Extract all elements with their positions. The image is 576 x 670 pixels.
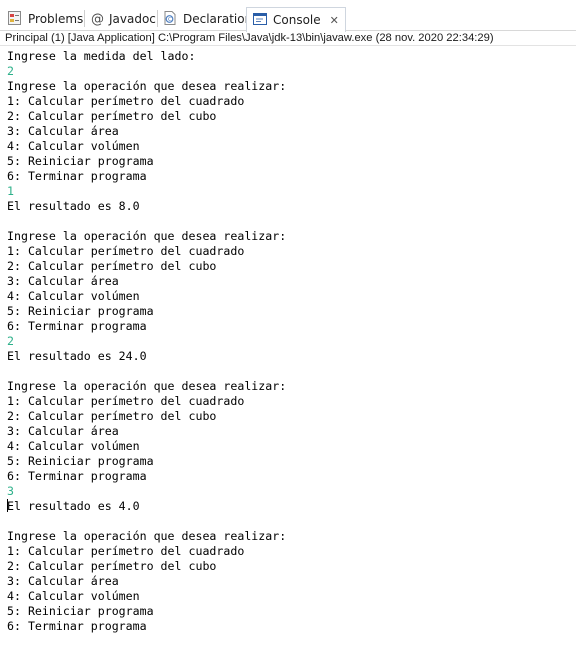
- console-output-line: 2: Calcular perímetro del cubo: [7, 559, 217, 573]
- console-output-line: 2: Calcular perímetro del cubo: [7, 259, 217, 273]
- console-output-line: 4: Calcular volúmen: [7, 589, 140, 603]
- text-cursor: [7, 499, 8, 512]
- console-input-line: 3: [7, 484, 14, 498]
- console-output-line: 5: Reiniciar programa: [7, 304, 154, 318]
- console-output-line: Ingrese la operación que desea realizar:: [7, 79, 287, 93]
- view-tab-bar: Problems @ Javadoc C Declaration Console…: [0, 0, 576, 32]
- console-output-line: 3: Calcular área: [7, 274, 119, 288]
- console-output-line: Ingrese la operación que desea realizar:: [7, 529, 287, 543]
- tab-divider: [157, 10, 158, 27]
- console-output-line: 5: Reiniciar programa: [7, 454, 154, 468]
- tab-label-console: Console: [273, 13, 321, 27]
- console-output-line: 1: Calcular perímetro del cuadrado: [7, 394, 245, 408]
- tab-label-javadoc: Javadoc: [109, 12, 156, 26]
- console-output-line: 5: Reiniciar programa: [7, 604, 154, 618]
- console-output-line: 3: Calcular área: [7, 424, 119, 438]
- console-input-line: 1: [7, 184, 14, 198]
- console-output-line: Ingrese la operación que desea realizar:: [7, 379, 287, 393]
- tab-problems[interactable]: Problems: [7, 7, 83, 31]
- console-output-line: El resultado es 24.0: [7, 349, 147, 363]
- problems-icon: [7, 10, 23, 29]
- declaration-icon: C: [162, 10, 178, 29]
- tab-label-problems: Problems: [28, 12, 84, 26]
- console-output-line: 3: Calcular área: [7, 124, 119, 138]
- tab-declaration[interactable]: C Declaration: [162, 7, 252, 31]
- console-output-line: 5: Reiniciar programa: [7, 154, 154, 168]
- close-icon[interactable]: ✕: [330, 14, 339, 27]
- tab-label-declaration: Declaration: [183, 12, 253, 26]
- console-output-line: 1: Calcular perímetro del cuadrado: [7, 244, 245, 258]
- console-output-line: 4: Calcular volúmen: [7, 139, 140, 153]
- console-output-line: El resultado es 8.0: [7, 199, 140, 213]
- console-output-line: Ingrese la medida del lado:: [7, 49, 196, 63]
- console-output-line: 1: Calcular perímetro del cuadrado: [7, 94, 245, 108]
- console-output[interactable]: Ingrese la medida del lado: 2 Ingrese la o…: [7, 49, 572, 634]
- tab-console[interactable]: Console ✕: [246, 7, 346, 32]
- tab-javadoc[interactable]: @ Javadoc: [91, 7, 156, 31]
- console-output-line: 6: Terminar programa: [7, 619, 147, 633]
- console-input-line: 2: [7, 64, 14, 78]
- console-output-line: El resultado es 4.0: [7, 499, 140, 513]
- console-output-line: 2: Calcular perímetro del cubo: [7, 409, 217, 423]
- console-process-header: Principal (1) [Java Application] C:\Prog…: [0, 31, 576, 46]
- console-output-line: 4: Calcular volúmen: [7, 289, 140, 303]
- console-output-line: 1: Calcular perímetro del cuadrado: [7, 544, 245, 558]
- console-output-line: Ingrese la operación que desea realizar:: [7, 229, 287, 243]
- console-output-line: 4: Calcular volúmen: [7, 439, 140, 453]
- console-output-line: 6: Terminar programa: [7, 469, 147, 483]
- console-icon: [252, 11, 268, 30]
- console-output-line: 6: Terminar programa: [7, 319, 147, 333]
- svg-text:C: C: [168, 17, 172, 23]
- console-input-line: 2: [7, 334, 14, 348]
- console-output-line: 2: Calcular perímetro del cubo: [7, 109, 217, 123]
- console-output-line: 3: Calcular área: [7, 574, 119, 588]
- console-output-line: 6: Terminar programa: [7, 169, 147, 183]
- javadoc-at-icon: @: [91, 11, 104, 27]
- tab-divider: [84, 10, 85, 27]
